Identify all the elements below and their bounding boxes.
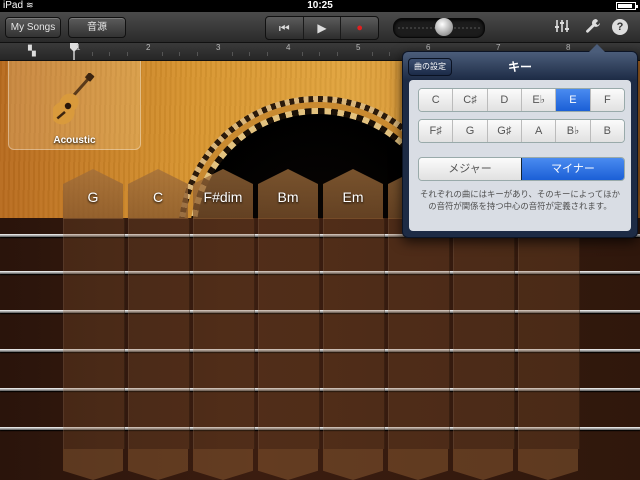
volume-knob[interactable] — [434, 18, 453, 36]
chord-strip[interactable] — [453, 218, 515, 449]
acoustic-guitar-icon — [53, 73, 95, 125]
instrument-selector[interactable]: Acoustic — [8, 61, 141, 150]
popover-arrow — [589, 44, 605, 52]
chord-label: F#dim — [203, 189, 243, 205]
chord-strip[interactable] — [128, 218, 190, 449]
chord-strip[interactable] — [518, 218, 580, 449]
chord-strip[interactable] — [388, 218, 450, 449]
chord-strip[interactable] — [323, 218, 385, 449]
chord-label: G — [87, 189, 99, 205]
scale-segmented-control: メジャー マイナー — [418, 157, 625, 181]
key-description: それぞれの曲にはキーがあり、そのキーによってほかの音符が関係を持つ中心の音符が定… — [420, 189, 620, 211]
key-button[interactable]: B — [589, 120, 624, 142]
key-button[interactable]: F♯ — [419, 120, 453, 142]
play-icon[interactable]: ▶ — [302, 17, 341, 39]
transport-controls: ⏮ ▶ ● — [265, 16, 379, 40]
chord-strip[interactable] — [193, 218, 255, 449]
master-volume-slider[interactable] — [393, 18, 485, 38]
key-button[interactable]: G♯ — [486, 120, 521, 142]
key-row-2: F♯ G G♯ A B♭ B — [418, 119, 625, 143]
chord-strip[interactable] — [63, 218, 125, 449]
chord-label: Bm — [277, 189, 299, 205]
key-button[interactable]: G — [452, 120, 487, 142]
mixer-icon[interactable] — [553, 18, 571, 36]
clock: 10:25 — [307, 0, 333, 11]
key-button[interactable]: B♭ — [555, 120, 590, 142]
battery-icon — [616, 2, 638, 10]
help-icon[interactable]: ? — [612, 19, 628, 35]
scale-option[interactable]: マイナー — [521, 158, 624, 180]
chord-label: Em — [342, 189, 364, 205]
key-button[interactable]: E — [555, 89, 590, 111]
key-button[interactable]: A — [520, 120, 556, 142]
rewind-icon[interactable]: ⏮ — [266, 17, 303, 39]
key-popover: 曲の設定 キー C C♯ D E♭ E F F♯ G G♯ A B♭ B メジャー マイナー それぞれ… — [402, 44, 638, 238]
chord-label: C — [152, 189, 164, 205]
popover-title: キー — [507, 60, 532, 74]
key-row-1: C C♯ D E♭ E F — [418, 88, 625, 112]
key-button[interactable]: E♭ — [520, 89, 556, 111]
key-button[interactable]: D — [486, 89, 521, 111]
chord-strip[interactable] — [258, 218, 320, 449]
status-bar: iPad ≋ 10:25 — [0, 0, 640, 12]
track-view-icon[interactable]: ▚ — [28, 46, 36, 57]
my-songs-button[interactable]: My Songs — [5, 17, 61, 38]
sound-source-button[interactable]: 音源 — [68, 17, 126, 38]
record-icon[interactable]: ● — [340, 17, 378, 39]
key-button[interactable]: C♯ — [452, 89, 487, 111]
top-toolbar: My Songs 音源 ⏮ ▶ ● ? — [0, 12, 640, 43]
key-button[interactable]: F — [589, 89, 624, 111]
key-panel: C C♯ D E♭ E F F♯ G G♯ A B♭ B メジャー マイナー それぞれの曲にはキーがあ… — [409, 80, 631, 231]
scale-option[interactable]: メジャー — [419, 158, 521, 180]
key-button[interactable]: C — [419, 89, 453, 111]
instrument-name: Acoustic — [53, 135, 96, 146]
wrench-icon[interactable] — [584, 18, 602, 36]
